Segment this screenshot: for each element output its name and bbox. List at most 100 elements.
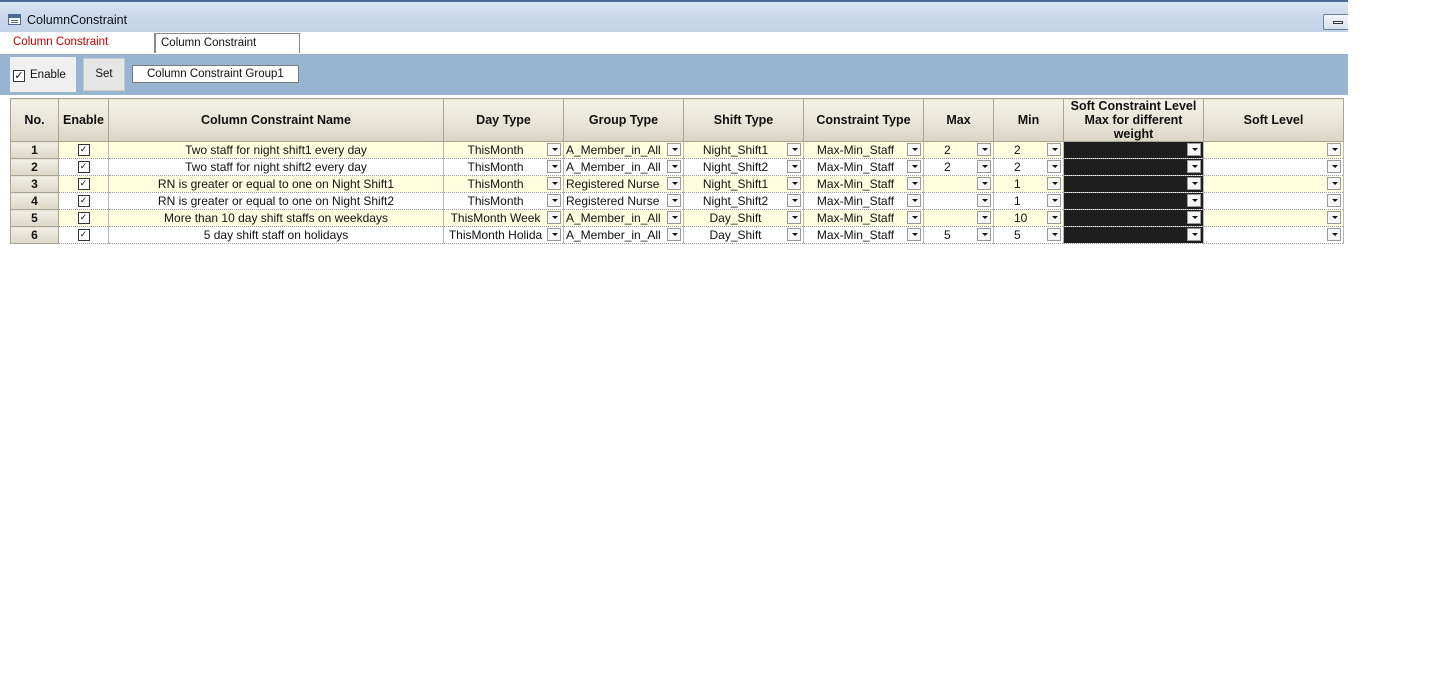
- column-header-day-type[interactable]: Day Type: [443, 98, 564, 142]
- chevron-down-icon[interactable]: [1047, 228, 1061, 241]
- enable-checkbox[interactable]: ✓: [13, 70, 25, 82]
- chevron-down-icon[interactable]: [1187, 228, 1201, 241]
- chevron-down-icon[interactable]: [1187, 177, 1201, 190]
- chevron-down-icon[interactable]: [1187, 160, 1201, 173]
- chevron-down-icon[interactable]: [1327, 160, 1341, 173]
- soft-level-combo[interactable]: [1203, 141, 1344, 159]
- day-type-combo[interactable]: ThisMonth: [443, 141, 564, 159]
- chevron-down-icon[interactable]: [1047, 211, 1061, 224]
- enable-toggle[interactable]: ✓ Enable: [10, 57, 76, 92]
- min-combo[interactable]: 2: [993, 141, 1064, 159]
- chevron-down-icon[interactable]: [907, 177, 921, 190]
- max-combo[interactable]: 5: [923, 226, 994, 244]
- min-combo[interactable]: 10: [993, 209, 1064, 227]
- column-header-no[interactable]: No.: [10, 98, 59, 142]
- row-number[interactable]: 6: [10, 226, 59, 244]
- soft-max-combo[interactable]: [1063, 141, 1204, 159]
- chevron-down-icon[interactable]: [1327, 228, 1341, 241]
- column-header-soft-level[interactable]: Soft Level: [1203, 98, 1344, 142]
- soft-level-combo[interactable]: [1203, 192, 1344, 210]
- soft-level-combo[interactable]: [1203, 158, 1344, 176]
- row-enable-checkbox[interactable]: ✓: [77, 143, 90, 156]
- row-enable-checkbox[interactable]: ✓: [77, 160, 90, 173]
- chevron-down-icon[interactable]: [547, 228, 561, 241]
- constraint-name-cell[interactable]: RN is greater or equal to one on Night S…: [108, 175, 444, 193]
- constraint-type-combo[interactable]: Max-Min_Staff: [803, 141, 924, 159]
- table-row[interactable]: 1 ✓ Two staff for night shift1 every day…: [10, 141, 1344, 159]
- chevron-down-icon[interactable]: [667, 228, 681, 241]
- soft-max-combo[interactable]: [1063, 175, 1204, 193]
- chevron-down-icon[interactable]: [667, 177, 681, 190]
- set-button[interactable]: Set: [83, 58, 125, 91]
- max-combo[interactable]: 2: [923, 141, 994, 159]
- chevron-down-icon[interactable]: [667, 143, 681, 156]
- shift-type-combo[interactable]: Night_Shift2: [683, 192, 804, 210]
- chevron-down-icon[interactable]: [977, 194, 991, 207]
- day-type-combo[interactable]: ThisMonth: [443, 158, 564, 176]
- constraint-type-combo[interactable]: Max-Min_Staff: [803, 226, 924, 244]
- chevron-down-icon[interactable]: [1327, 211, 1341, 224]
- constraint-type-combo[interactable]: Max-Min_Staff: [803, 158, 924, 176]
- constraint-name-cell[interactable]: RN is greater or equal to one on Night S…: [108, 192, 444, 210]
- constraint-name-cell[interactable]: Two staff for night shift1 every day: [108, 141, 444, 159]
- day-type-combo[interactable]: ThisMonth: [443, 175, 564, 193]
- chevron-down-icon[interactable]: [667, 194, 681, 207]
- min-combo[interactable]: 1: [993, 192, 1064, 210]
- column-header-min[interactable]: Min: [993, 98, 1064, 142]
- tab-column-constraint-group2[interactable]: Column Constraint Group2: [155, 33, 300, 67]
- column-header-group-type[interactable]: Group Type: [563, 98, 684, 142]
- table-row[interactable]: 6 ✓ 5 day shift staff on holidays ThisMo…: [10, 226, 1344, 244]
- chevron-down-icon[interactable]: [977, 228, 991, 241]
- min-combo[interactable]: 5: [993, 226, 1064, 244]
- group-type-combo[interactable]: Registered Nurse: [563, 175, 684, 193]
- soft-max-combo[interactable]: [1063, 192, 1204, 210]
- constraint-name-cell[interactable]: Two staff for night shift2 every day: [108, 158, 444, 176]
- chevron-down-icon[interactable]: [1047, 143, 1061, 156]
- table-row[interactable]: 3 ✓ RN is greater or equal to one on Nig…: [10, 175, 1344, 193]
- chevron-down-icon[interactable]: [977, 177, 991, 190]
- column-header-shift-type[interactable]: Shift Type: [683, 98, 804, 142]
- chevron-down-icon[interactable]: [547, 211, 561, 224]
- row-number[interactable]: 1: [10, 141, 59, 159]
- shift-type-combo[interactable]: Night_Shift1: [683, 175, 804, 193]
- soft-max-combo[interactable]: [1063, 209, 1204, 227]
- chevron-down-icon[interactable]: [787, 194, 801, 207]
- soft-level-combo[interactable]: [1203, 209, 1344, 227]
- chevron-down-icon[interactable]: [1047, 194, 1061, 207]
- table-row[interactable]: 2 ✓ Two staff for night shift2 every day…: [10, 158, 1344, 176]
- table-row[interactable]: 4 ✓ RN is greater or equal to one on Nig…: [10, 192, 1344, 210]
- chevron-down-icon[interactable]: [977, 143, 991, 156]
- shift-type-combo[interactable]: Day_Shift: [683, 226, 804, 244]
- chevron-down-icon[interactable]: [787, 160, 801, 173]
- row-enable-cell[interactable]: ✓: [58, 175, 109, 193]
- chevron-down-icon[interactable]: [547, 143, 561, 156]
- constraint-name-cell[interactable]: More than 10 day shift staffs on weekday…: [108, 209, 444, 227]
- constraint-type-combo[interactable]: Max-Min_Staff: [803, 192, 924, 210]
- column-header-name[interactable]: Column Constraint Name: [108, 98, 444, 142]
- chevron-down-icon[interactable]: [907, 194, 921, 207]
- chevron-down-icon[interactable]: [547, 194, 561, 207]
- chevron-down-icon[interactable]: [907, 211, 921, 224]
- chevron-down-icon[interactable]: [667, 211, 681, 224]
- shift-type-combo[interactable]: Night_Shift1: [683, 141, 804, 159]
- row-number[interactable]: 2: [10, 158, 59, 176]
- row-enable-cell[interactable]: ✓: [58, 158, 109, 176]
- chevron-down-icon[interactable]: [787, 211, 801, 224]
- row-enable-checkbox[interactable]: ✓: [77, 211, 90, 224]
- shift-type-combo[interactable]: Day_Shift: [683, 209, 804, 227]
- max-combo[interactable]: [923, 192, 994, 210]
- chevron-down-icon[interactable]: [547, 160, 561, 173]
- group-type-combo[interactable]: A_Member_in_All: [563, 209, 684, 227]
- chevron-down-icon[interactable]: [787, 143, 801, 156]
- soft-level-combo[interactable]: [1203, 175, 1344, 193]
- minimize-button[interactable]: [1323, 14, 1348, 30]
- group-type-combo[interactable]: A_Member_in_All: [563, 158, 684, 176]
- table-row[interactable]: 5 ✓ More than 10 day shift staffs on wee…: [10, 209, 1344, 227]
- soft-level-combo[interactable]: [1203, 226, 1344, 244]
- chevron-down-icon[interactable]: [1047, 160, 1061, 173]
- chevron-down-icon[interactable]: [1327, 194, 1341, 207]
- column-header-max[interactable]: Max: [923, 98, 994, 142]
- max-combo[interactable]: [923, 209, 994, 227]
- column-header-constraint-type[interactable]: Constraint Type: [803, 98, 924, 142]
- row-enable-cell[interactable]: ✓: [58, 209, 109, 227]
